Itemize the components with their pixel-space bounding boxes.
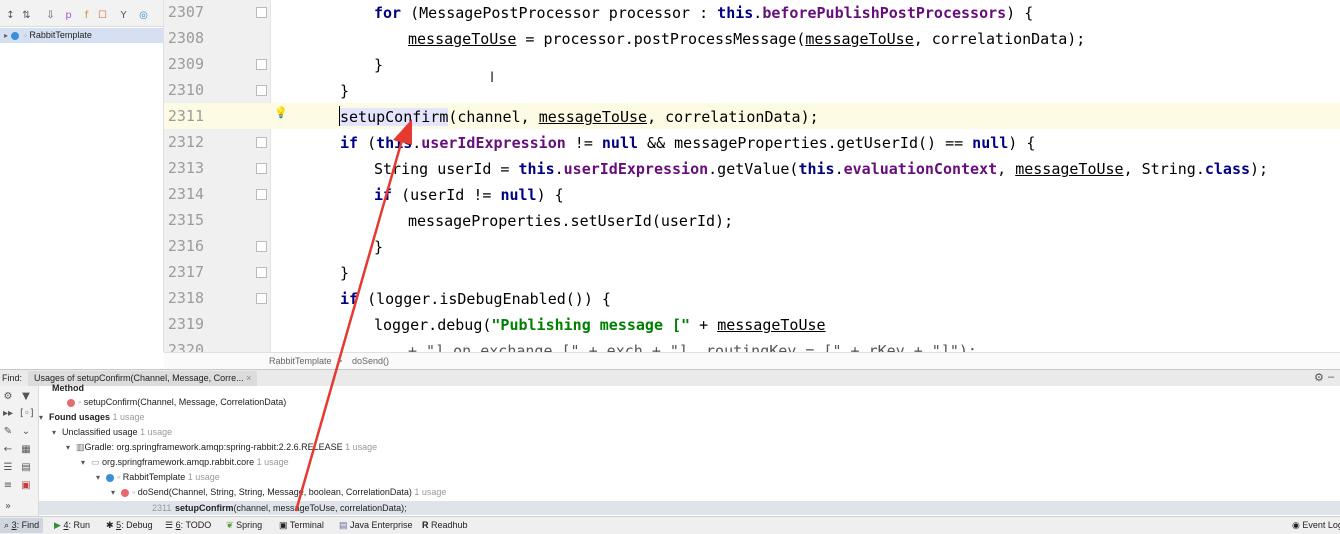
arrow-shaft: [294, 139, 404, 512]
arrow-head: [393, 119, 412, 145]
annotation-arrow: [294, 119, 412, 512]
